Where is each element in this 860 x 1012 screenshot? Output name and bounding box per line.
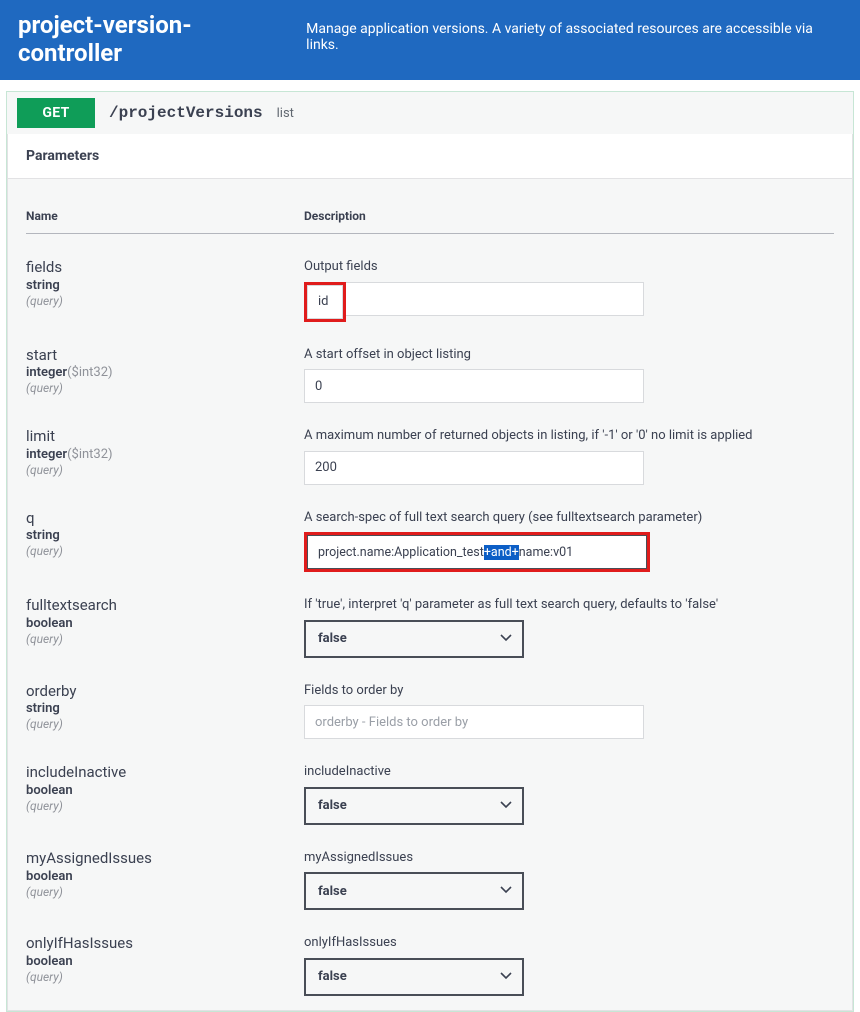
param-row-q: q string (query) A search-spec of full t… — [26, 499, 834, 587]
param-in: (query) — [26, 717, 304, 731]
param-description: A start offset in object listing — [304, 346, 834, 364]
param-row-orderby: orderby string (query) Fields to order b… — [26, 672, 834, 754]
start-input[interactable] — [304, 369, 644, 403]
param-description: onlyIfHasIssues — [304, 934, 834, 952]
parameters-body: Name Description fields string (query) O… — [8, 179, 852, 1010]
onlyifhasissues-select[interactable]: false — [304, 958, 524, 996]
fields-input-rest[interactable] — [346, 282, 644, 316]
chevron-down-icon — [500, 634, 510, 644]
highlight-frame: project.name:Application_test+and+name:v… — [304, 532, 650, 572]
operation-block: GET /projectVersions list Parameters Nam… — [6, 91, 854, 1012]
http-method-badge: GET — [17, 98, 95, 128]
param-name: fulltextsearch — [26, 596, 304, 615]
parameters-section: Parameters Name Description fields strin… — [7, 134, 853, 1011]
q-value-selection: +and+ — [484, 545, 519, 560]
operation-summary-row[interactable]: GET /projectVersions list — [7, 92, 853, 134]
param-name: orderby — [26, 682, 304, 701]
includeinactive-select[interactable]: false — [304, 787, 524, 825]
q-value-suffix: name:v01 — [519, 545, 573, 560]
operation-summary: list — [277, 106, 294, 121]
param-in: (query) — [26, 799, 304, 813]
param-description: myAssignedIssues — [304, 849, 834, 867]
param-description: A search-spec of full text search query … — [304, 509, 834, 527]
param-type: string — [26, 528, 60, 543]
param-description: Fields to order by — [304, 682, 834, 700]
operation-path: /projectVersions — [109, 104, 263, 122]
chevron-down-icon — [500, 886, 510, 896]
param-name: includeInactive — [26, 763, 304, 782]
q-input[interactable]: project.name:Application_test+and+name:v… — [307, 535, 647, 569]
param-row-includeinactive: includeInactive boolean (query) includeI… — [26, 753, 834, 839]
q-value-prefix: project.name:Application_test — [318, 545, 484, 560]
param-in: (query) — [26, 294, 304, 308]
controller-header: project-version-controller Manage applic… — [0, 0, 860, 80]
param-name: start — [26, 346, 304, 365]
param-in: (query) — [26, 970, 304, 984]
param-format: ($int32) — [67, 447, 113, 462]
param-row-limit: limit integer($int32) (query) A maximum … — [26, 417, 834, 499]
chevron-down-icon — [500, 972, 510, 982]
param-description: If 'true', interpret 'q' parameter as fu… — [304, 596, 834, 614]
highlight-frame — [304, 282, 346, 322]
param-row-myassignedissues: myAssignedIssues boolean (query) myAssig… — [26, 839, 834, 925]
param-row-start: start integer($int32) (query) A start of… — [26, 336, 834, 418]
param-name: myAssignedIssues — [26, 849, 304, 868]
param-in: (query) — [26, 632, 304, 646]
param-type: string — [26, 701, 60, 716]
myassignedissues-select[interactable]: false — [304, 872, 524, 910]
param-name: fields — [26, 258, 304, 277]
select-value: false — [318, 969, 347, 984]
orderby-input[interactable] — [304, 705, 644, 739]
limit-input[interactable] — [304, 451, 644, 485]
param-description: Output fields — [304, 258, 834, 276]
param-row-fields: fields string (query) Output fields — [26, 248, 834, 336]
param-row-onlyifhasissues: onlyIfHasIssues boolean (query) onlyIfHa… — [26, 924, 834, 1000]
param-name: onlyIfHasIssues — [26, 934, 304, 953]
param-type: boolean — [26, 869, 73, 884]
fulltextsearch-select[interactable]: false — [304, 620, 524, 658]
column-header-name: Name — [26, 209, 304, 223]
select-value: false — [318, 798, 347, 813]
parameters-heading: Parameters — [8, 134, 852, 179]
param-type: boolean — [26, 783, 73, 798]
param-type: integer — [26, 365, 67, 380]
param-in: (query) — [26, 544, 304, 558]
column-header-description: Description — [304, 209, 834, 223]
params-table-header: Name Description — [26, 209, 834, 234]
param-type: string — [26, 278, 60, 293]
param-in: (query) — [26, 885, 304, 899]
controller-title: project-version-controller — [18, 11, 292, 67]
param-in: (query) — [26, 463, 304, 477]
param-description: A maximum number of returned objects in … — [304, 427, 834, 445]
param-name: limit — [26, 427, 304, 446]
select-value: false — [318, 884, 347, 899]
select-value: false — [318, 631, 347, 646]
param-type: integer — [26, 447, 67, 462]
param-description: includeInactive — [304, 763, 834, 781]
param-name: q — [26, 509, 304, 528]
param-type: boolean — [26, 954, 73, 969]
fields-input[interactable] — [307, 285, 343, 319]
param-type: boolean — [26, 616, 73, 631]
param-format: ($int32) — [67, 365, 113, 380]
param-row-fulltextsearch: fulltextsearch boolean (query) If 'true'… — [26, 586, 834, 672]
controller-subtitle: Manage application versions. A variety o… — [306, 21, 842, 53]
chevron-down-icon — [500, 801, 510, 811]
param-in: (query) — [26, 381, 304, 395]
